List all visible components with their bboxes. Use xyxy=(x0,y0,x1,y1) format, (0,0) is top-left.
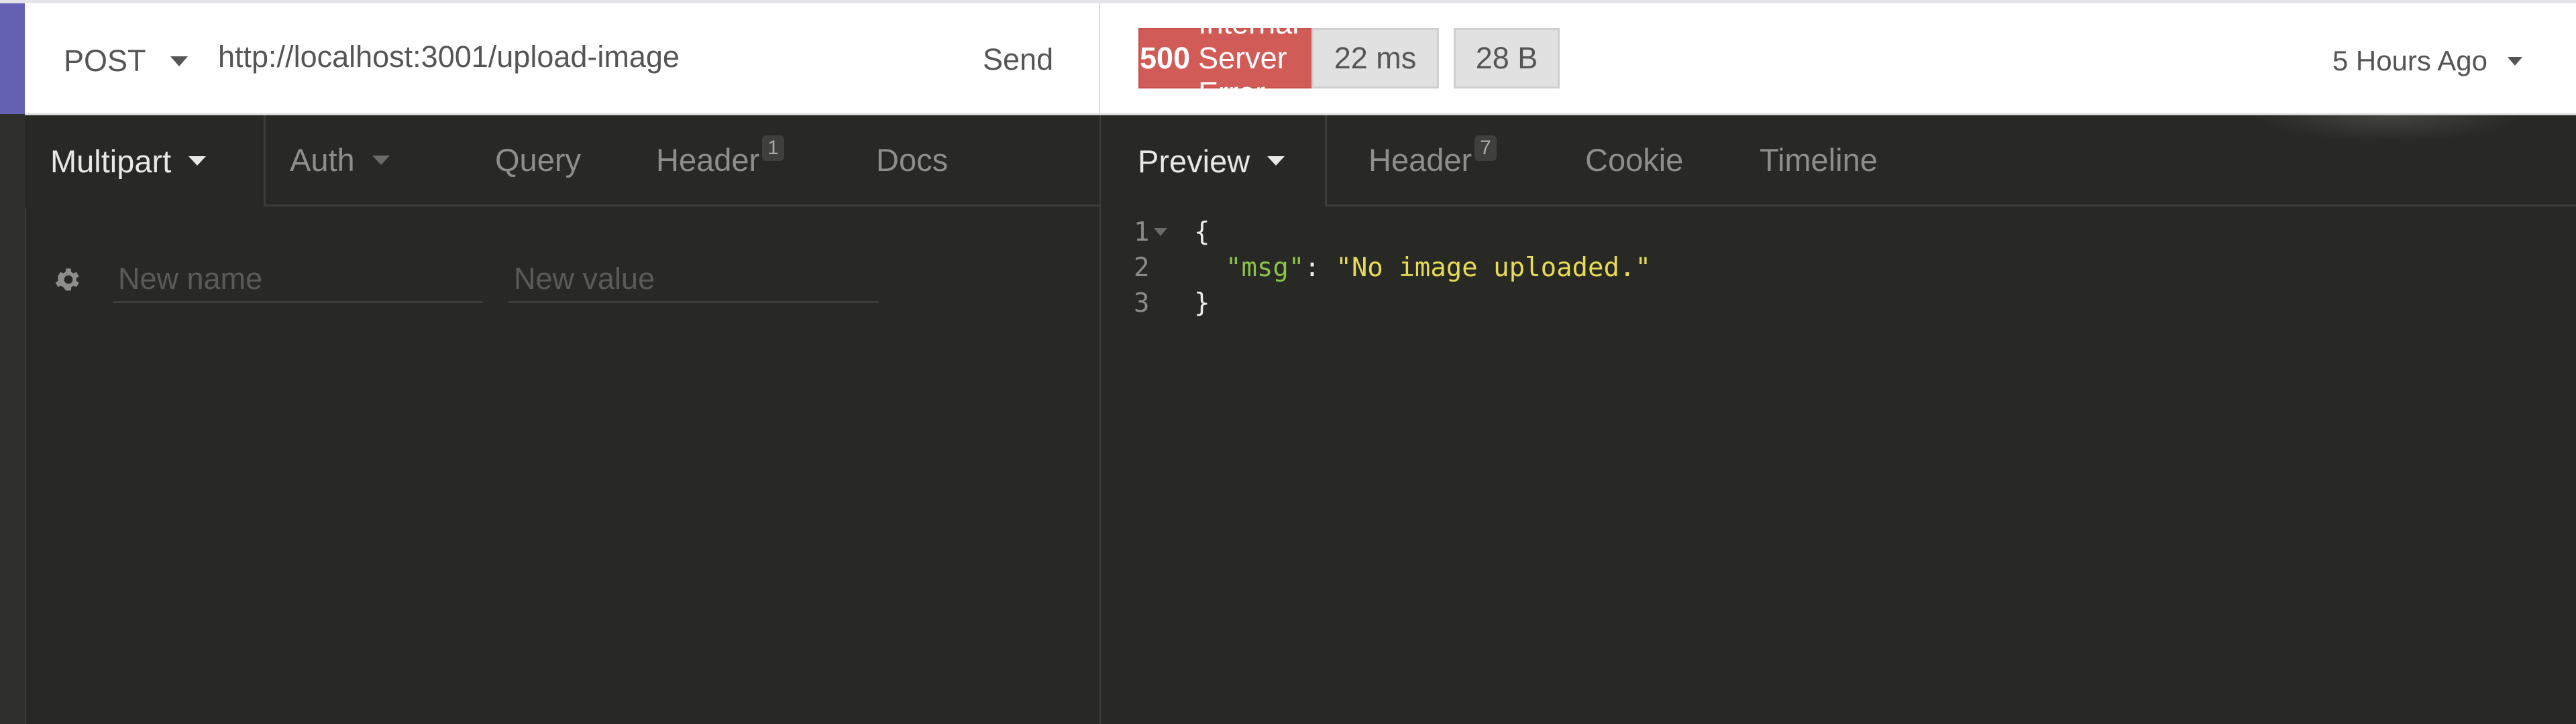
status-code: 500 xyxy=(1140,41,1191,75)
json-value: "No image uploaded." xyxy=(1336,253,1651,283)
chevron-down-icon xyxy=(170,56,188,66)
tab-label: Header xyxy=(1368,142,1472,178)
header-count-badge: 1 xyxy=(762,135,784,161)
line-number: 1 xyxy=(1134,215,1174,250)
fold-arrow-icon[interactable] xyxy=(1154,228,1167,236)
pane-divider-top xyxy=(1099,3,1100,115)
method-label: POST xyxy=(64,44,146,78)
line-number: 2 xyxy=(1134,253,1150,283)
request-tabs: Multipart Auth Query Header 1 Docs xyxy=(26,115,1099,206)
tab-docs[interactable]: Docs xyxy=(837,115,982,206)
tab-label: Auth xyxy=(290,142,355,178)
tab-label: Multipart xyxy=(50,143,172,179)
header-count-badge: 7 xyxy=(1474,135,1497,161)
chevron-down-icon xyxy=(2508,56,2522,66)
param-value-input[interactable] xyxy=(508,256,879,303)
status-badge: 500 Internal Server Error xyxy=(1138,6,1328,110)
code-line: 1 { xyxy=(1134,215,1651,250)
sidebar-accent xyxy=(0,3,25,114)
tab-preview[interactable]: Preview xyxy=(1101,115,1327,206)
tab-cookie[interactable]: Cookie xyxy=(1542,115,1718,206)
pane-left-edge xyxy=(25,208,26,724)
tab-query[interactable]: Query xyxy=(455,115,619,206)
sidebar-strip xyxy=(0,3,25,724)
tab-timeline[interactable]: Timeline xyxy=(1718,115,1909,206)
tab-multipart[interactable]: Multipart xyxy=(26,115,266,206)
tab-header[interactable]: Header 1 xyxy=(619,115,837,206)
tab-label: Preview xyxy=(1138,143,1250,179)
chevron-down-icon xyxy=(372,155,390,165)
url-bar: POST Send 500 Internal Server Error 22 m… xyxy=(25,3,2576,115)
tab-auth[interactable]: Auth xyxy=(266,115,455,206)
line-number: 3 xyxy=(1134,288,1150,318)
dropdown-shadow xyxy=(2254,115,2522,142)
time-badge: 22 ms xyxy=(1311,28,1439,88)
tab-response-header[interactable]: Header 7 xyxy=(1327,115,1542,206)
method-dropdown[interactable]: POST xyxy=(64,44,188,78)
url-input[interactable] xyxy=(218,40,956,74)
history-label: 5 Hours Ago xyxy=(2332,45,2487,76)
tab-label: Timeline xyxy=(1760,142,1878,178)
pane-divider[interactable] xyxy=(1099,115,1101,724)
code-line: 3 } xyxy=(1134,286,1651,321)
history-dropdown[interactable]: 5 Hours Ago xyxy=(2332,45,2522,77)
code-text: } xyxy=(1194,288,1210,318)
json-key: "msg" xyxy=(1225,253,1305,283)
chevron-down-icon xyxy=(189,156,207,166)
code-line: 2 "msg": "No image uploaded." xyxy=(1134,250,1651,286)
gear-icon[interactable] xyxy=(54,265,83,294)
code-text: "msg": "No image uploaded." xyxy=(1194,250,1651,286)
chevron-down-icon xyxy=(1267,156,1285,166)
tab-label: Query xyxy=(495,142,581,178)
json-separator: : xyxy=(1304,253,1336,283)
tab-label: Cookie xyxy=(1585,142,1684,178)
size-badge: 28 B xyxy=(1454,28,1560,88)
send-button[interactable]: Send xyxy=(983,42,1053,77)
status-text: Internal Server Error xyxy=(1198,6,1299,110)
tab-bar-fill xyxy=(982,115,1099,206)
tab-label: Header xyxy=(656,142,760,178)
response-body[interactable]: 1 { 2 "msg": "No image uploaded." 3 } xyxy=(1134,215,1651,321)
tab-label: Docs xyxy=(876,142,949,178)
param-name-input[interactable] xyxy=(113,256,483,303)
multipart-param-row xyxy=(54,256,904,303)
code-text: { xyxy=(1194,217,1210,247)
